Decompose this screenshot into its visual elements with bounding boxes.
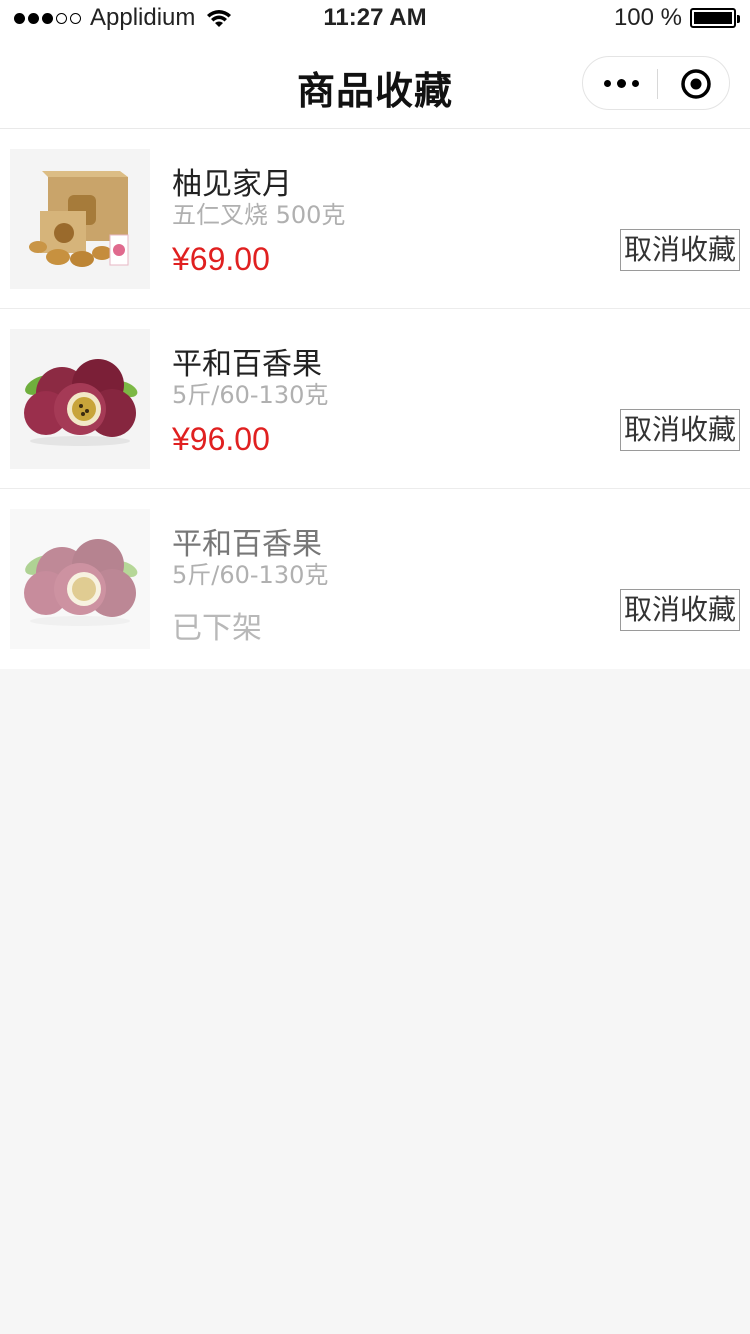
list-item[interactable]: 平和百香果 5斤/60-130克 ¥96.00 取消收藏 [0, 309, 750, 489]
product-price: ¥69.00 [172, 241, 270, 277]
unfavorite-button[interactable]: 取消收藏 [620, 409, 740, 451]
mini-program-capsule [582, 56, 730, 110]
product-spec: 五仁叉烧 500克 [172, 201, 346, 229]
list-item[interactable]: 柚见家月 五仁叉烧 500克 ¥69.00 取消收藏 [0, 129, 750, 309]
target-icon[interactable] [680, 68, 712, 100]
product-spec: 5斤/60-130克 [172, 381, 329, 409]
product-price: ¥96.00 [172, 421, 270, 457]
battery-icon [690, 8, 740, 28]
product-spec: 5斤/60-130克 [172, 561, 329, 589]
nav-bar: 商品收藏 [0, 40, 750, 129]
product-image [10, 509, 150, 649]
favorites-list: 柚见家月 五仁叉烧 500克 ¥69.00 取消收藏 平和百香果 5斤/60-1… [0, 129, 750, 669]
product-image [10, 149, 150, 289]
unfavorite-button[interactable]: 取消收藏 [620, 229, 740, 271]
battery-percent: 100 % [613, 4, 682, 31]
unfavorite-button[interactable]: 取消收藏 [620, 589, 740, 631]
product-image [10, 329, 150, 469]
more-icon[interactable] [601, 69, 641, 97]
list-item[interactable]: 平和百香果 5斤/60-130克 已下架 取消收藏 [0, 489, 750, 669]
status-right: 100 % [613, 4, 740, 32]
capsule-divider [657, 69, 658, 99]
status-bar: Applidium 11:27 AM 100 % [0, 0, 750, 40]
off-shelf-status: 已下架 [172, 611, 262, 646]
